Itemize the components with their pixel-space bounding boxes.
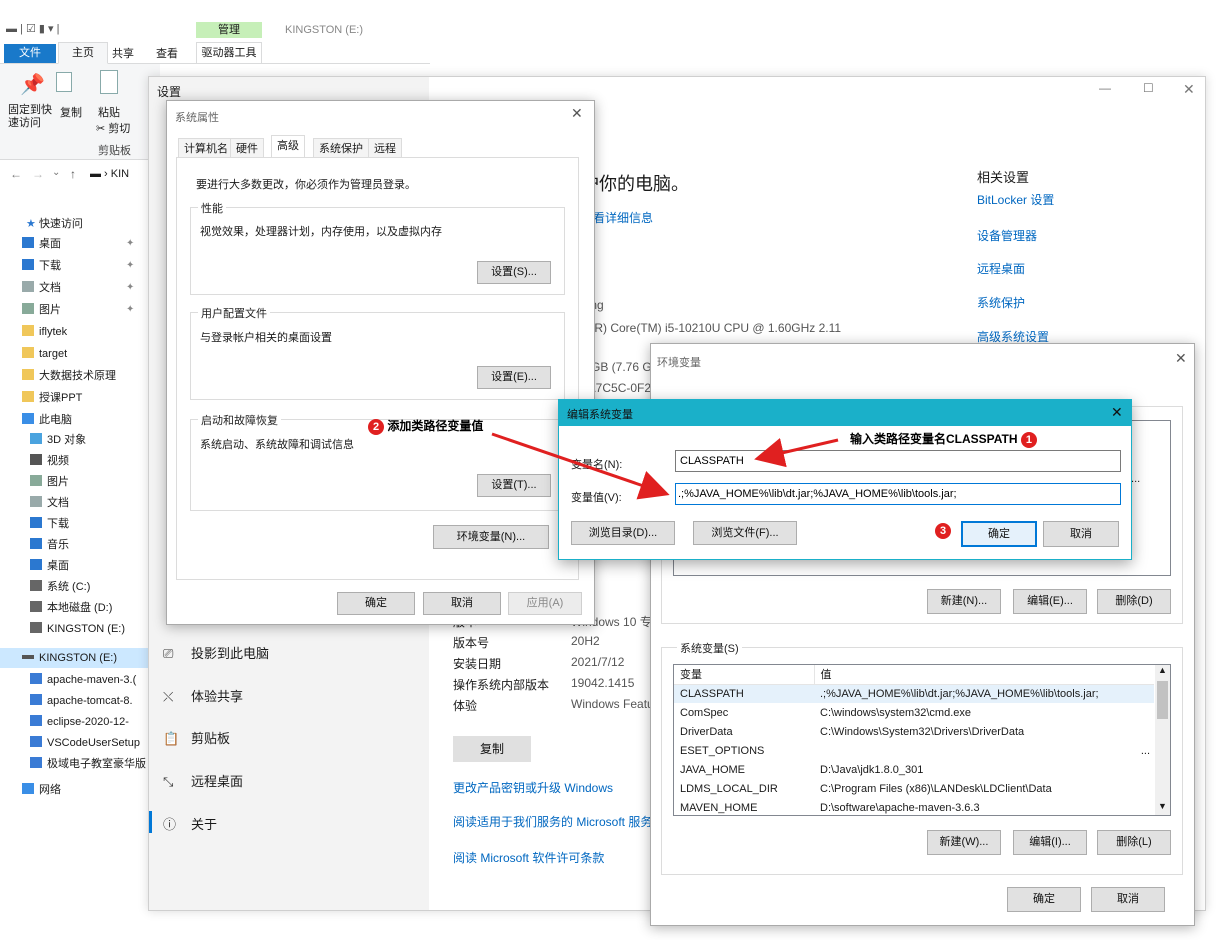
annotation-2-badge: 2 xyxy=(368,419,384,435)
annotation-1: 输入类路径变量名CLASSPATH 1 xyxy=(850,430,1037,448)
annotation-arrows xyxy=(491,432,839,500)
annotation-3: 3 xyxy=(935,523,951,539)
annotation-3-badge: 3 xyxy=(935,523,951,539)
annotation-2: 2 添加类路径变量值 xyxy=(368,417,483,435)
arrow-2 xyxy=(491,432,670,500)
annotation-1-badge: 1 xyxy=(1020,432,1037,448)
arrow-1 xyxy=(754,437,839,468)
